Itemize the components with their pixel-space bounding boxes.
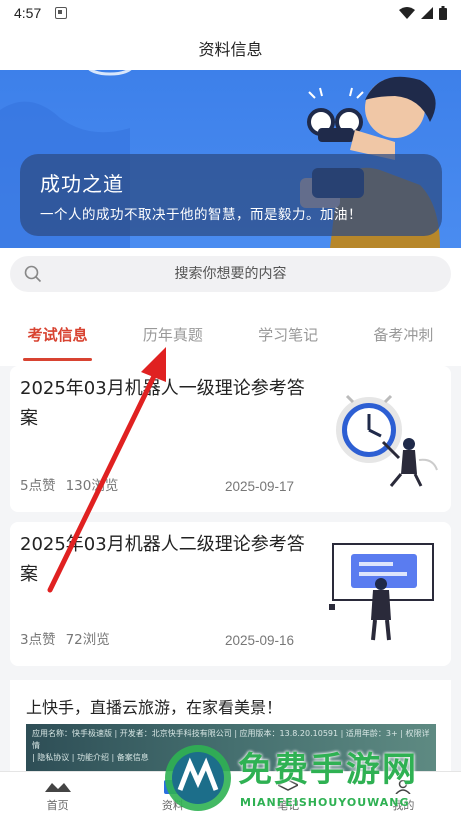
nav-home-label: 首页: [46, 799, 69, 812]
article-date: 2025-09-17: [225, 479, 295, 494]
tab-past-papers[interactable]: 历年真题: [115, 300, 230, 366]
nav-materials[interactable]: 资料: [115, 772, 230, 821]
status-bar: 4:57: [0, 0, 461, 26]
ad-info-line[interactable]: | 隐私协议 | 功能介绍 | 备案信息: [32, 752, 430, 764]
tab-exam-info[interactable]: 考试信息: [0, 300, 115, 366]
view-count: 72浏览: [65, 632, 110, 648]
article-date: 2025-09-16: [225, 633, 295, 648]
signal-icon: [421, 7, 433, 19]
search-box[interactable]: [10, 256, 451, 292]
like-count: 3点赞: [20, 632, 56, 648]
article-title: 2025年03月机器人一级理论参考答案: [20, 378, 305, 429]
nav-notes[interactable]: 笔记: [231, 772, 346, 821]
banner-card: 成功之道 一个人的成功不取决于他的智慧，而是毅力。加油！: [20, 154, 442, 236]
bottom-nav: 首页 资料 笔记 我的: [0, 771, 461, 821]
list-item[interactable]: 2025年03月机器人一级理论参考答案 5点赞 130浏览 2025-09-17: [10, 366, 451, 512]
search-icon: [24, 265, 42, 283]
ad-info-line: 应用名称：快手极速版 | 开发者：北京快手科技有限公司 | 应用版本：13.8.…: [32, 729, 430, 750]
tab-exam-sprint[interactable]: 备考冲刺: [346, 300, 461, 366]
article-stats: 3点赞 72浏览: [20, 628, 110, 648]
list-item[interactable]: 2025年03月机器人二级理论参考答案 3点赞 72浏览 2025-09-16: [10, 522, 451, 666]
nav-notes-label: 笔记: [277, 799, 300, 812]
nav-materials-label: 资料: [161, 799, 184, 812]
wifi-icon: [399, 7, 415, 19]
notification-icon: [55, 7, 68, 19]
article-title: 2025年03月机器人二级理论参考答案: [20, 534, 305, 585]
ad-banner[interactable]: 上快手，直播云旅游，在家看美景！ 应用名称：快手极速版 | 开发者：北京快手科技…: [10, 680, 451, 780]
search-area: [0, 248, 461, 300]
home-icon: [44, 783, 71, 792]
nav-home[interactable]: 首页: [0, 772, 115, 821]
tab-study-notes[interactable]: 学习笔记: [231, 300, 346, 366]
article-thumbnail-presenter: [329, 543, 434, 641]
banner[interactable]: 成功之道 一个人的成功不取决于他的智慧，而是毅力。加油！: [0, 70, 461, 248]
view-count: 130浏览: [65, 478, 119, 494]
layers-icon: [278, 780, 299, 791]
banner-motto: 一个人的成功不取决于他的智慧，而是毅力。加油！: [40, 207, 362, 223]
profile-icon: [395, 780, 411, 794]
search-input[interactable]: [10, 266, 451, 282]
page-title: 资料信息: [198, 40, 263, 59]
title-bar: 资料信息: [0, 26, 461, 70]
article-stats: 5点赞 130浏览: [20, 474, 118, 494]
banner-title: 成功之道: [40, 172, 124, 196]
ad-title: 上快手，直播云旅游，在家看美景！: [26, 698, 283, 717]
like-count: 5点赞: [20, 478, 56, 494]
category-tabs: 考试信息 历年真题 学习笔记 备考冲刺: [0, 300, 461, 366]
status-time: 4:57: [14, 5, 42, 21]
nav-profile[interactable]: 我的: [346, 772, 461, 821]
battery-icon: [439, 6, 447, 20]
status-icons: [399, 6, 447, 20]
materials-icon: [163, 780, 182, 794]
nav-profile-label: 我的: [392, 799, 415, 812]
ad-info-strip: 应用名称：快手极速版 | 开发者：北京快手科技有限公司 | 应用版本：13.8.…: [26, 724, 436, 774]
article-thumbnail-clock: [336, 394, 438, 487]
